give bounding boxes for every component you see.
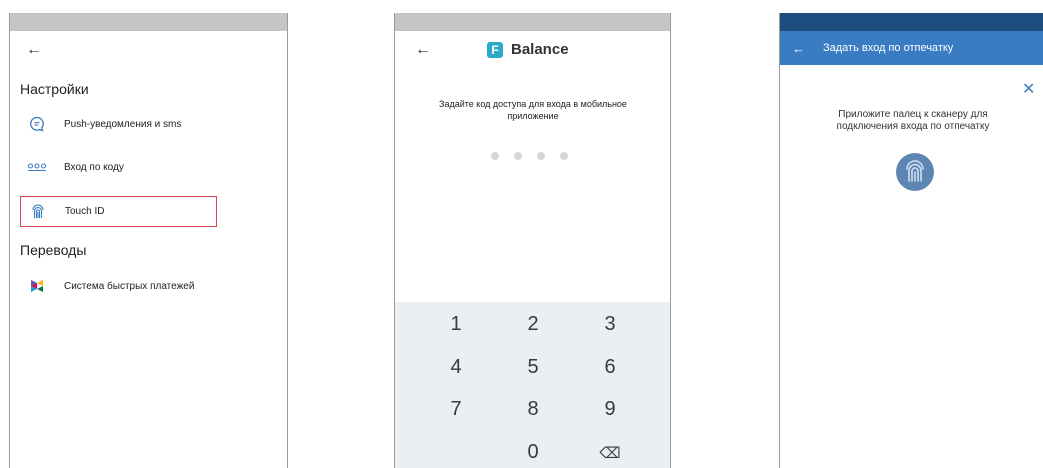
- key-7[interactable]: 7: [426, 398, 486, 421]
- sbp-logo-icon: [26, 275, 48, 297]
- logo-text: Balance: [511, 41, 569, 58]
- menu-item-label: Вход по коду: [64, 161, 124, 173]
- key-1[interactable]: 1: [426, 313, 486, 336]
- key-6[interactable]: 6: [580, 356, 640, 379]
- pin-setup-screen: ← F Balance Задайте код доступа для вход…: [394, 13, 671, 468]
- settings-screen: ← Настройки Push-уведомления и sms Вход …: [9, 13, 288, 468]
- menu-item-touch-id[interactable]: Touch ID: [20, 196, 217, 227]
- menu-item-label: Push-уведомления и sms: [64, 118, 182, 130]
- app-bar: ← Задать вход по отпечатку: [780, 31, 1043, 65]
- pin-code-icon: [26, 156, 48, 178]
- pin-dot: [491, 152, 499, 160]
- status-bar: [780, 13, 1043, 31]
- back-arrow-icon[interactable]: ←: [792, 41, 805, 56]
- menu-item-sbp[interactable]: Система быстрых платежей: [20, 271, 260, 301]
- fingerprint-icon: [27, 201, 49, 223]
- screen-title: Задать вход по отпечатку: [823, 42, 954, 54]
- balance-logo: F Balance: [487, 41, 569, 58]
- key-4[interactable]: 4: [426, 356, 486, 379]
- key-5[interactable]: 5: [503, 356, 563, 379]
- pin-dot: [537, 152, 545, 160]
- pin-dot: [514, 152, 522, 160]
- menu-item-push-notifications[interactable]: Push-уведомления и sms: [20, 109, 260, 139]
- backspace-icon[interactable]: ⌫: [580, 444, 640, 462]
- settings-header: Настройки: [20, 81, 89, 97]
- menu-item-label: Touch ID: [65, 206, 105, 217]
- key-3[interactable]: 3: [580, 313, 640, 336]
- status-bar: [395, 13, 670, 31]
- pin-prompt: Задайте код доступа для входа в мобильно…: [439, 99, 627, 121]
- menu-item-label: Система быстрых платежей: [64, 280, 195, 292]
- key-8[interactable]: 8: [503, 398, 563, 421]
- back-arrow-icon[interactable]: ←: [415, 41, 431, 59]
- pin-dot: [560, 152, 568, 160]
- close-icon[interactable]: ✕: [1022, 79, 1035, 99]
- menu-item-pin-login[interactable]: Вход по коду: [20, 152, 260, 182]
- key-2[interactable]: 2: [503, 313, 563, 336]
- logo-mark-icon: F: [487, 41, 503, 58]
- numeric-keypad: 1 2 3 4 5 6 7 8 9 0 ⌫: [395, 302, 670, 468]
- fingerprint-setup-screen: ← Задать вход по отпечатку ✕ Приложите п…: [779, 13, 1043, 468]
- fingerprint-prompt: Приложите палец к сканеру для подключени…: [836, 109, 990, 132]
- back-arrow-icon[interactable]: ←: [26, 41, 42, 59]
- fingerprint-icon: [896, 153, 934, 191]
- pin-indicator: [491, 152, 568, 160]
- key-0[interactable]: 0: [503, 441, 563, 464]
- transfers-header: Переводы: [20, 242, 87, 258]
- chat-bubble-icon: [26, 113, 48, 135]
- key-9[interactable]: 9: [580, 398, 640, 421]
- status-bar: [10, 13, 287, 31]
